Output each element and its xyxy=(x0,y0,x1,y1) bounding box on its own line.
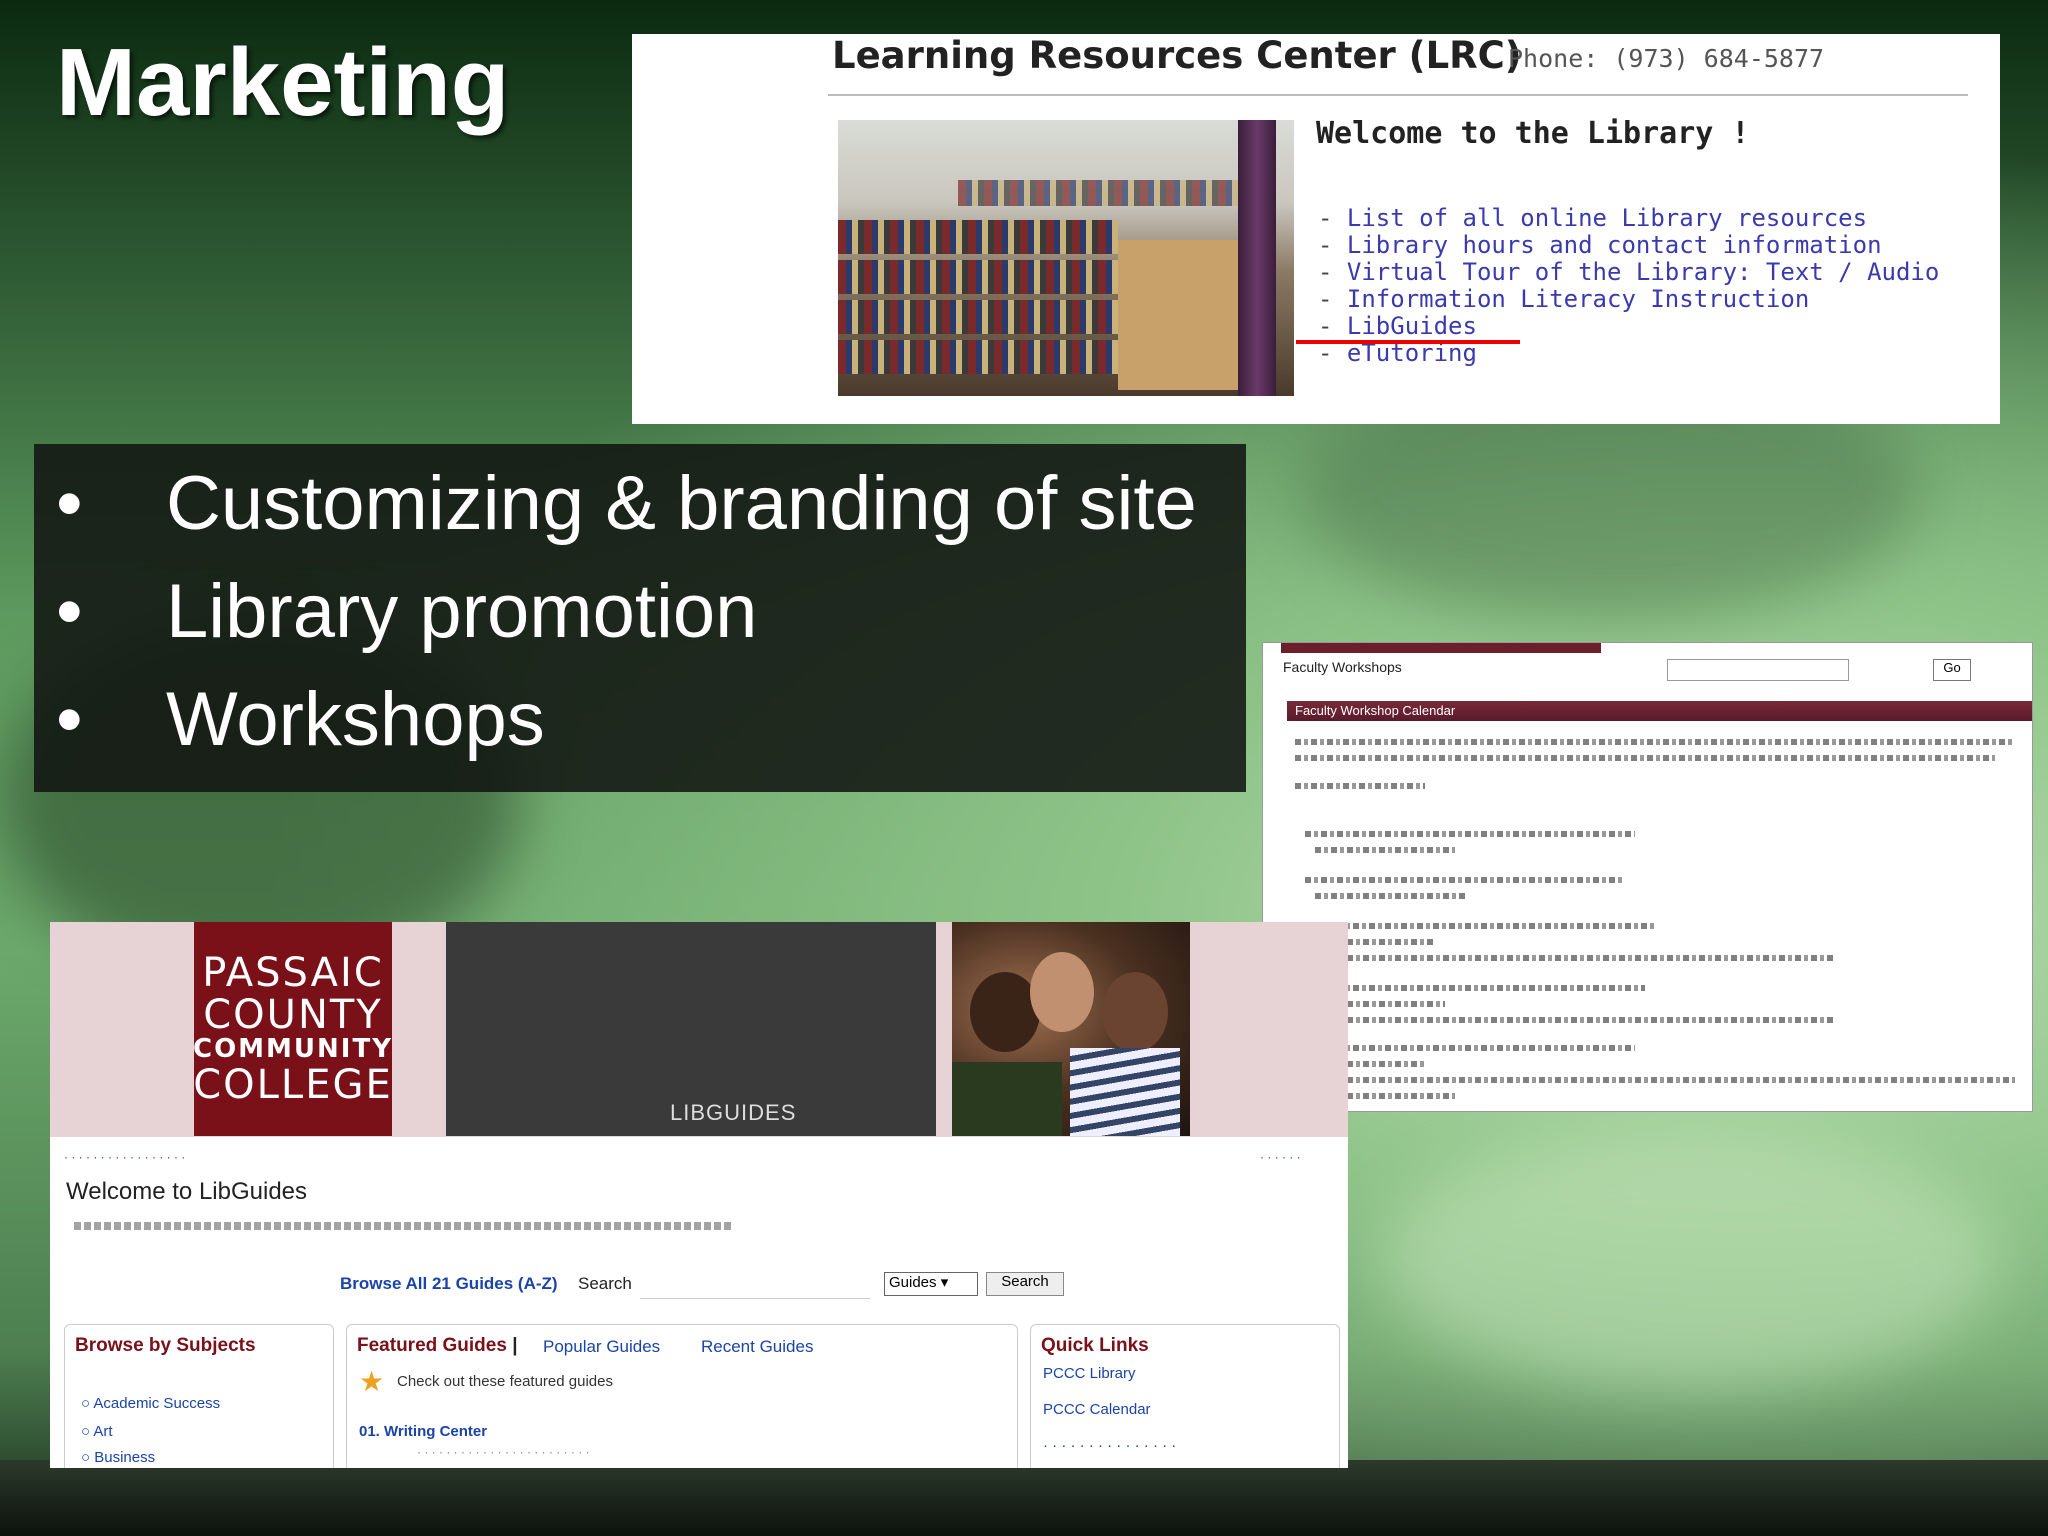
bottom-band xyxy=(0,1460,2048,1536)
text-line xyxy=(1295,739,2015,745)
libguides-screenshot: PASSAIC COUNTY COMMUNITY COLLEGE LIBGUID… xyxy=(50,922,1348,1468)
workshops-tab-label[interactable]: Faculty Workshops xyxy=(1283,659,1402,675)
tab-featured-guides[interactable]: Featured Guides | xyxy=(357,1335,518,1357)
quick-link[interactable]: · · · · · · · · · · · · · · · xyxy=(1043,1437,1176,1454)
background-shape xyxy=(1380,1130,2000,1390)
text-line xyxy=(1305,1045,1635,1051)
panel-title: Quick Links xyxy=(1041,1335,1149,1356)
search-button[interactable]: Search xyxy=(986,1272,1064,1296)
bullet-text: Workshops xyxy=(166,677,545,762)
link-text: List of all online Library resources xyxy=(1346,204,1868,232)
text-line xyxy=(1315,893,1465,899)
lrc-link-hours[interactable]: - Library hours and contact information xyxy=(1318,231,1939,259)
text-line xyxy=(1305,831,1635,837)
subject-link[interactable]: ○ Art xyxy=(81,1423,113,1440)
library-photo xyxy=(838,120,1294,396)
browse-all-guides-link[interactable]: Browse All 21 Guides (A-Z) xyxy=(340,1274,558,1294)
bookshelf xyxy=(838,260,1118,294)
subject-link[interactable]: ○ Business xyxy=(81,1449,155,1466)
lrc-link-info-literacy[interactable]: - Information Literacy Instruction xyxy=(1318,285,1939,313)
tab-recent-guides[interactable]: Recent Guides xyxy=(701,1337,813,1357)
link-text: Library hours and contact information xyxy=(1346,231,1882,259)
text-line xyxy=(1315,955,1835,961)
shirt xyxy=(952,1062,1062,1136)
search-label: Search xyxy=(578,1274,632,1293)
quick-links-panel: Quick Links PCCC Library PCCC Calendar ·… xyxy=(1030,1324,1340,1468)
bookshelf xyxy=(838,340,1118,374)
link-text: Information Literacy Instruction xyxy=(1346,285,1810,313)
search-input[interactable] xyxy=(1667,659,1849,681)
pillar xyxy=(1238,120,1276,396)
link-text: Virtual Tour of the Library: Text / Audi… xyxy=(1346,258,1940,286)
banner-label: LIBGUIDES xyxy=(670,1100,797,1125)
search-scope-select[interactable]: Guides ▾ xyxy=(884,1272,978,1296)
bullet-list-panel: • Customizing & branding of site • Library… xyxy=(34,444,1246,792)
bookshelf xyxy=(838,300,1118,334)
logo-text-line: COLLEGE xyxy=(193,1061,393,1108)
tab-popular-guides[interactable]: Popular Guides xyxy=(543,1337,660,1357)
calendar-header: Faculty Workshop Calendar xyxy=(1287,701,2032,721)
breadcrumb[interactable]: · · · · · · · · · · · · · · · · · xyxy=(64,1150,185,1164)
text-line xyxy=(1305,923,1655,929)
lrc-link-online-resources[interactable]: - List of all online Library resources xyxy=(1318,204,1939,232)
text-line xyxy=(1295,755,1995,761)
search-input[interactable] xyxy=(640,1274,870,1299)
go-button[interactable]: Go xyxy=(1933,659,1971,681)
star-icon: ★ xyxy=(359,1366,385,1397)
featured-prompt: Check out these featured guides xyxy=(397,1373,613,1390)
lrc-link-libguides[interactable]: - LibGuides xyxy=(1318,312,1939,340)
libguides-welcome-heading: Welcome to LibGuides xyxy=(66,1178,308,1205)
top-tab-bar xyxy=(1281,643,1601,653)
bullet-item: • Workshops xyxy=(56,677,545,762)
highlight-underline xyxy=(1296,340,1520,344)
description-text xyxy=(74,1222,734,1230)
featured-guide-link[interactable]: 01. Writing Center xyxy=(359,1423,487,1440)
person xyxy=(1102,972,1168,1052)
logo-text-line: COUNTY xyxy=(203,992,383,1039)
bookshelf xyxy=(838,220,1118,254)
link-text: Academic Success xyxy=(93,1395,221,1412)
bullet-text: Customizing & branding of site xyxy=(166,461,1197,546)
text-line xyxy=(1315,1077,2015,1083)
link-text: LibGuides xyxy=(1346,312,1477,340)
sign-in-link[interactable]: · · · · · · xyxy=(1260,1150,1301,1164)
quick-link[interactable]: PCCC Calendar xyxy=(1043,1401,1151,1418)
lrc-website-screenshot: Learning Resources Center (LRC) Phone: (… xyxy=(632,34,2000,424)
text-line xyxy=(1315,847,1455,853)
slide-title: Marketing xyxy=(56,29,510,136)
divider xyxy=(828,94,1968,96)
logo-text-line: PASSAIC xyxy=(202,950,384,997)
bookshelf xyxy=(958,180,1238,206)
link-text: Business xyxy=(94,1449,156,1466)
lrc-phone: Phone: (973) 684-5877 xyxy=(1508,44,1825,73)
college-logo: PASSAIC COUNTY COMMUNITY COLLEGE xyxy=(192,922,394,1136)
bullet-text: Library promotion xyxy=(166,569,758,654)
browse-by-subjects-panel: Browse by Subjects ○ Academic Success ○ … xyxy=(64,1324,334,1468)
lrc-title: Learning Resources Center (LRC) xyxy=(832,34,1522,77)
desk xyxy=(1118,240,1238,390)
select-value: Guides xyxy=(889,1274,937,1291)
text-line xyxy=(1305,877,1625,883)
person xyxy=(1030,952,1094,1032)
bullet-item: • Library promotion xyxy=(56,569,758,654)
text-line xyxy=(1295,783,1425,789)
text-line xyxy=(1305,985,1645,991)
lrc-welcome-heading: Welcome to the Library ! xyxy=(1316,116,1750,151)
bullet-item: • Customizing & branding of site xyxy=(56,461,1197,546)
link-text: Art xyxy=(93,1423,113,1440)
text-line xyxy=(1315,1017,1835,1023)
tab-label: Featured Guides xyxy=(357,1335,507,1356)
guide-meta: · · · · · · · · · · · · · · · · · · · · … xyxy=(417,1445,590,1459)
students-photo xyxy=(952,922,1190,1136)
logo-text-line: COMMUNITY xyxy=(192,1034,394,1065)
subject-link[interactable]: ○ Academic Success xyxy=(81,1395,220,1412)
quick-link[interactable]: PCCC Library xyxy=(1043,1365,1136,1382)
striped-shirt xyxy=(1070,1048,1180,1136)
lrc-link-virtual-tour[interactable]: - Virtual Tour of the Library: Text / Au… xyxy=(1318,258,1940,286)
featured-guides-panel: Featured Guides | Popular Guides Recent … xyxy=(346,1324,1018,1468)
panel-title: Browse by Subjects xyxy=(75,1335,256,1356)
workshops-screenshot: Faculty Workshops Go Faculty Workshop Ca… xyxy=(1262,642,2033,1112)
